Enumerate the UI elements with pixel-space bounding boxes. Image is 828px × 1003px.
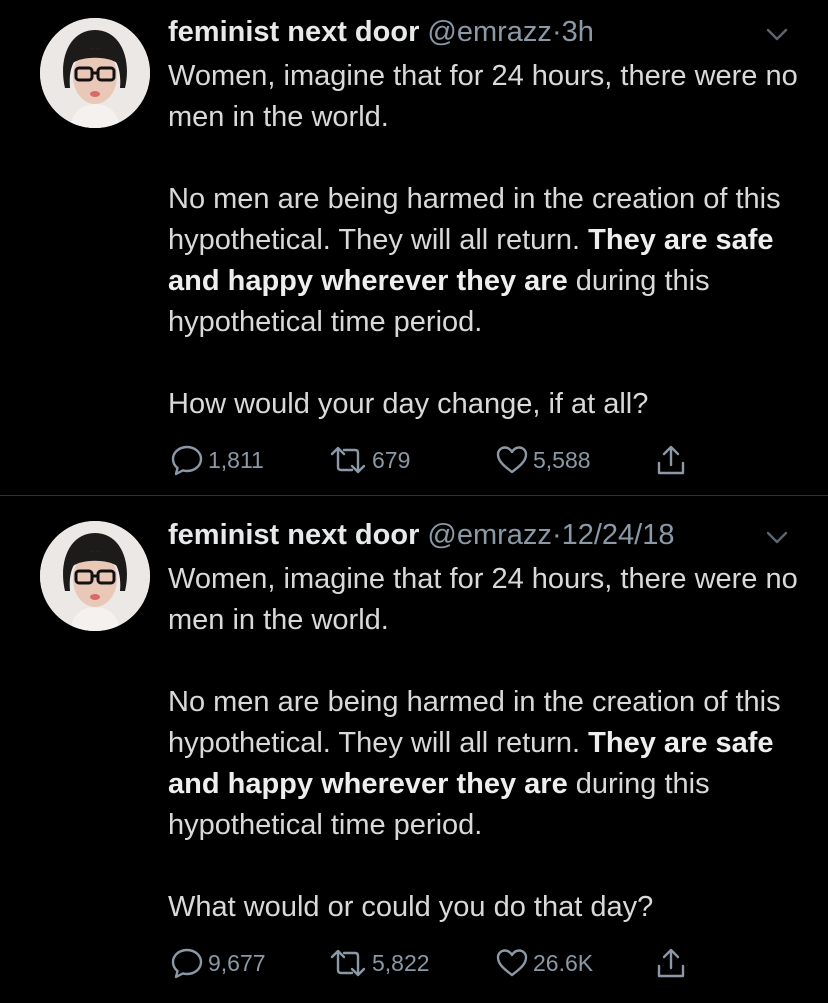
tweet[interactable]: feminist next door @emrazz·3h Women, ima… [0,0,828,495]
handle[interactable]: @emrazz [427,519,552,551]
avatar[interactable] [40,521,150,631]
like-icon [496,949,528,977]
action-bar: 1,811 679 5,588 [0,440,828,480]
reply-icon [171,948,203,979]
like-button[interactable]: 5,588 [495,440,591,480]
reply-count: 9,677 [208,949,266,976]
handle[interactable]: @emrazz [427,16,552,48]
tweet[interactable]: feminist next door @emrazz·12/24/18 Wome… [0,496,828,1003]
like-count: 5,588 [533,446,591,473]
retweet-button[interactable]: 5,822 [328,943,430,983]
paragraph: No men are being harmed in the creation … [168,179,808,343]
avatar[interactable] [40,18,150,128]
display-name[interactable]: feminist next door [168,16,419,48]
tweet-header: feminist next door @emrazz·12/24/18 [168,517,675,553]
retweet-icon [330,949,366,977]
tweet-text: Women, imagine that for 24 hours, there … [168,559,808,928]
timestamp[interactable]: 3h [562,16,594,48]
retweet-count: 679 [372,446,411,473]
paragraph: No men are being harmed in the creation … [168,682,808,846]
share-button[interactable] [654,943,692,983]
tweet-text: Women, imagine that for 24 hours, there … [168,56,808,425]
display-name[interactable]: feminist next door [168,519,419,551]
timestamp[interactable]: 12/24/18 [562,519,675,551]
tweet-header: feminist next door @emrazz·3h [168,14,594,50]
retweet-button[interactable]: 679 [328,440,410,480]
reply-button[interactable]: 9,677 [170,943,266,983]
share-icon [657,445,685,475]
paragraph: How would your day change, if at all? [168,388,649,420]
chevron-down-icon[interactable] [762,525,792,549]
separator: · [551,519,562,551]
reply-button[interactable]: 1,811 [170,440,264,480]
separator: · [551,16,562,48]
action-bar: 9,677 5,822 26.6K [0,943,828,983]
like-icon [496,446,528,474]
paragraph: What would or could you do that day? [168,891,654,923]
like-count: 26.6K [533,949,594,976]
reply-count: 1,811 [208,446,264,473]
reply-icon [171,445,203,476]
retweet-icon [330,446,366,474]
retweet-count: 5,822 [372,949,430,976]
paragraph: Women, imagine that for 24 hours, there … [168,563,798,636]
share-button[interactable] [654,440,692,480]
chevron-down-icon[interactable] [762,22,792,46]
share-icon [657,948,685,978]
like-button[interactable]: 26.6K [495,943,593,983]
paragraph: Women, imagine that for 24 hours, there … [168,60,798,133]
